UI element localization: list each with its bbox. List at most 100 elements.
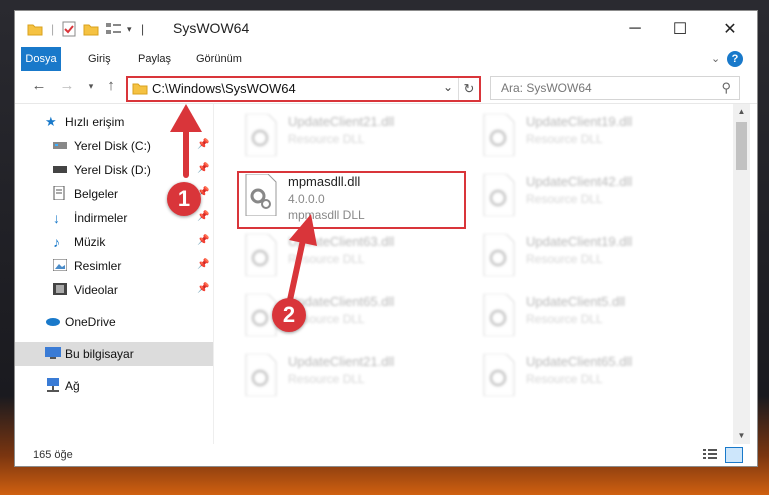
file-name: UpdateClient21.dll xyxy=(288,354,395,369)
file-name: UpdateClient5.dll xyxy=(526,294,626,309)
tab-home[interactable]: Giriş xyxy=(80,47,119,71)
sidebar-item-label: OneDrive xyxy=(65,315,116,329)
dll-file-icon xyxy=(483,294,515,336)
separator: | xyxy=(51,22,55,36)
network-icon xyxy=(45,377,63,395)
file-name: UpdateClient63.dll xyxy=(288,234,395,249)
file-tile[interactable]: UpdateClient19.dll Resource DLL xyxy=(476,230,702,286)
scroll-down-icon[interactable]: ▼ xyxy=(733,428,750,444)
music-icon: ♪ xyxy=(53,234,60,250)
sidebar-item-local-disk-d[interactable]: Yerel Disk (D:) 📌 xyxy=(15,158,213,182)
file-type: Resource DLL xyxy=(526,192,603,206)
drive-icon xyxy=(53,163,71,177)
folder-icon xyxy=(132,83,148,95)
back-arrow-icon[interactable]: ← xyxy=(29,77,49,97)
sidebar-item-network[interactable]: Ağ xyxy=(15,374,213,398)
sidebar-item-local-disk-c[interactable]: Yerel Disk (C:) 📌 xyxy=(15,134,213,158)
dll-file-icon xyxy=(483,174,515,216)
file-type: Resource DLL xyxy=(526,372,603,386)
sidebar-item-label: Bu bilgisayar xyxy=(65,347,134,361)
dll-file-icon xyxy=(483,234,515,276)
file-type: Resource DLL xyxy=(526,312,603,326)
up-arrow-icon[interactable]: ↑ xyxy=(101,77,121,97)
step-badge-2: 2 xyxy=(272,298,306,332)
file-type: Resource DLL xyxy=(526,132,603,146)
documents-icon xyxy=(53,185,71,203)
ribbon-tabs: Dosya Giriş Paylaş Görünüm ⌄ ? xyxy=(15,47,757,71)
file-type: Resource DLL xyxy=(288,372,365,386)
sidebar-item-this-pc[interactable]: Bu bilgisayar xyxy=(15,342,213,366)
address-bar[interactable]: C:\Windows\SysWOW64 ⌄ ↻ xyxy=(126,76,481,102)
sidebar-item-music[interactable]: ♪ Müzik 📌 xyxy=(15,230,213,254)
sidebar-item-label: Belgeler xyxy=(74,187,119,201)
file-name: UpdateClient19.dll xyxy=(526,234,633,249)
file-tile[interactable]: UpdateClient42.dll Resource DLL xyxy=(476,170,702,226)
sidebar-item-label: Yerel Disk (C:) xyxy=(74,139,151,153)
large-icons-view-icon[interactable] xyxy=(725,447,743,463)
sidebar-item-quick-access[interactable]: ★ Hızlı erişim xyxy=(15,110,213,134)
close-button[interactable]: ✕ xyxy=(710,11,750,47)
pin-icon: 📌 xyxy=(197,283,210,294)
sidebar-item-label: Müzik xyxy=(74,235,106,249)
address-dropdown-icon[interactable]: ⌄ xyxy=(443,80,453,94)
tab-file[interactable]: Dosya xyxy=(21,47,61,71)
address-path: C:\Windows\SysWOW64 xyxy=(152,81,296,96)
minimize-button[interactable]: ─ xyxy=(615,11,655,47)
file-tile[interactable]: UpdateClient21.dll Resource DLL xyxy=(238,110,464,166)
star-icon: ★ xyxy=(45,114,57,129)
sidebar-item-label: Hızlı erişim xyxy=(65,115,125,129)
forward-arrow-icon[interactable]: → xyxy=(57,77,77,97)
vertical-scrollbar[interactable]: ▲ ▼ xyxy=(733,104,750,444)
pin-icon: 📌 xyxy=(197,259,210,270)
item-count: 165 öğe xyxy=(33,449,73,461)
tab-share[interactable]: Paylaş xyxy=(130,47,179,71)
highlight-box-file xyxy=(237,171,466,229)
file-name: UpdateClient21.dll xyxy=(288,114,395,129)
file-name: UpdateClient65.dll xyxy=(526,354,633,369)
ribbon-expand-icon[interactable]: ⌄ xyxy=(703,47,728,71)
details-view-icon[interactable] xyxy=(703,448,717,463)
new-folder-icon[interactable] xyxy=(83,20,99,38)
search-box[interactable]: Ara: SysWOW64 ⚲ xyxy=(490,76,740,100)
sidebar-item-label: Ağ xyxy=(65,379,80,393)
pin-icon: 📌 xyxy=(197,139,210,150)
file-tile[interactable]: UpdateClient63.dll Resource DLL xyxy=(238,230,464,286)
step-badge-1: 1 xyxy=(167,182,201,216)
search-icon: ⚲ xyxy=(721,80,731,95)
scrollbar-thumb[interactable] xyxy=(736,122,747,170)
maximize-button[interactable]: ☐ xyxy=(660,11,700,47)
view-options-icon[interactable] xyxy=(105,20,123,38)
navigation-pane: ★ Hızlı erişim Yerel Disk (C:) 📌 Yerel D… xyxy=(15,104,214,444)
window-title: SysWOW64 xyxy=(173,20,250,36)
file-name: UpdateClient19.dll xyxy=(526,114,633,129)
properties-icon[interactable] xyxy=(61,20,77,38)
customize-toolbar-icon[interactable]: ▾ xyxy=(127,20,132,38)
file-type: Resource DLL xyxy=(288,252,365,266)
file-type: Resource DLL xyxy=(526,252,603,266)
file-tile[interactable]: UpdateClient19.dll Resource DLL xyxy=(476,110,702,166)
sidebar-item-label: Yerel Disk (D:) xyxy=(74,163,151,177)
dll-file-icon xyxy=(483,354,515,396)
tab-view[interactable]: Görünüm xyxy=(188,47,250,71)
file-list: UpdateClient21.dll Resource DLL UpdateCl… xyxy=(214,104,730,444)
pin-icon: 📌 xyxy=(197,211,210,222)
recent-locations-icon[interactable]: ▾ xyxy=(81,81,101,101)
dll-file-icon xyxy=(245,354,277,396)
explorer-window: | ▾ | SysWOW64 ─ ☐ ✕ Dosya Giriş Paylaş … xyxy=(14,10,758,467)
file-tile[interactable]: UpdateClient5.dll Resource DLL xyxy=(476,290,702,346)
file-tile[interactable]: UpdateClient65.dll Resource DLL xyxy=(476,350,702,406)
sidebar-item-label: Resimler xyxy=(74,259,122,273)
dll-file-icon xyxy=(245,114,277,156)
sidebar-item-videos[interactable]: Videolar 📌 xyxy=(15,278,213,302)
file-tile[interactable]: UpdateClient21.dll Resource DLL xyxy=(238,350,464,406)
sidebar-item-onedrive[interactable]: OneDrive xyxy=(15,310,213,334)
sidebar-item-pictures[interactable]: Resimler 📌 xyxy=(15,254,213,278)
pipe-separator: | xyxy=(141,22,145,36)
dll-file-icon xyxy=(483,114,515,156)
pin-icon: 📌 xyxy=(197,235,210,246)
drive-icon xyxy=(53,139,71,153)
refresh-icon[interactable]: ↻ xyxy=(458,78,479,100)
help-icon[interactable]: ? xyxy=(727,51,743,67)
scroll-up-icon[interactable]: ▲ xyxy=(733,104,750,120)
status-bar: 165 öğe xyxy=(15,444,757,466)
